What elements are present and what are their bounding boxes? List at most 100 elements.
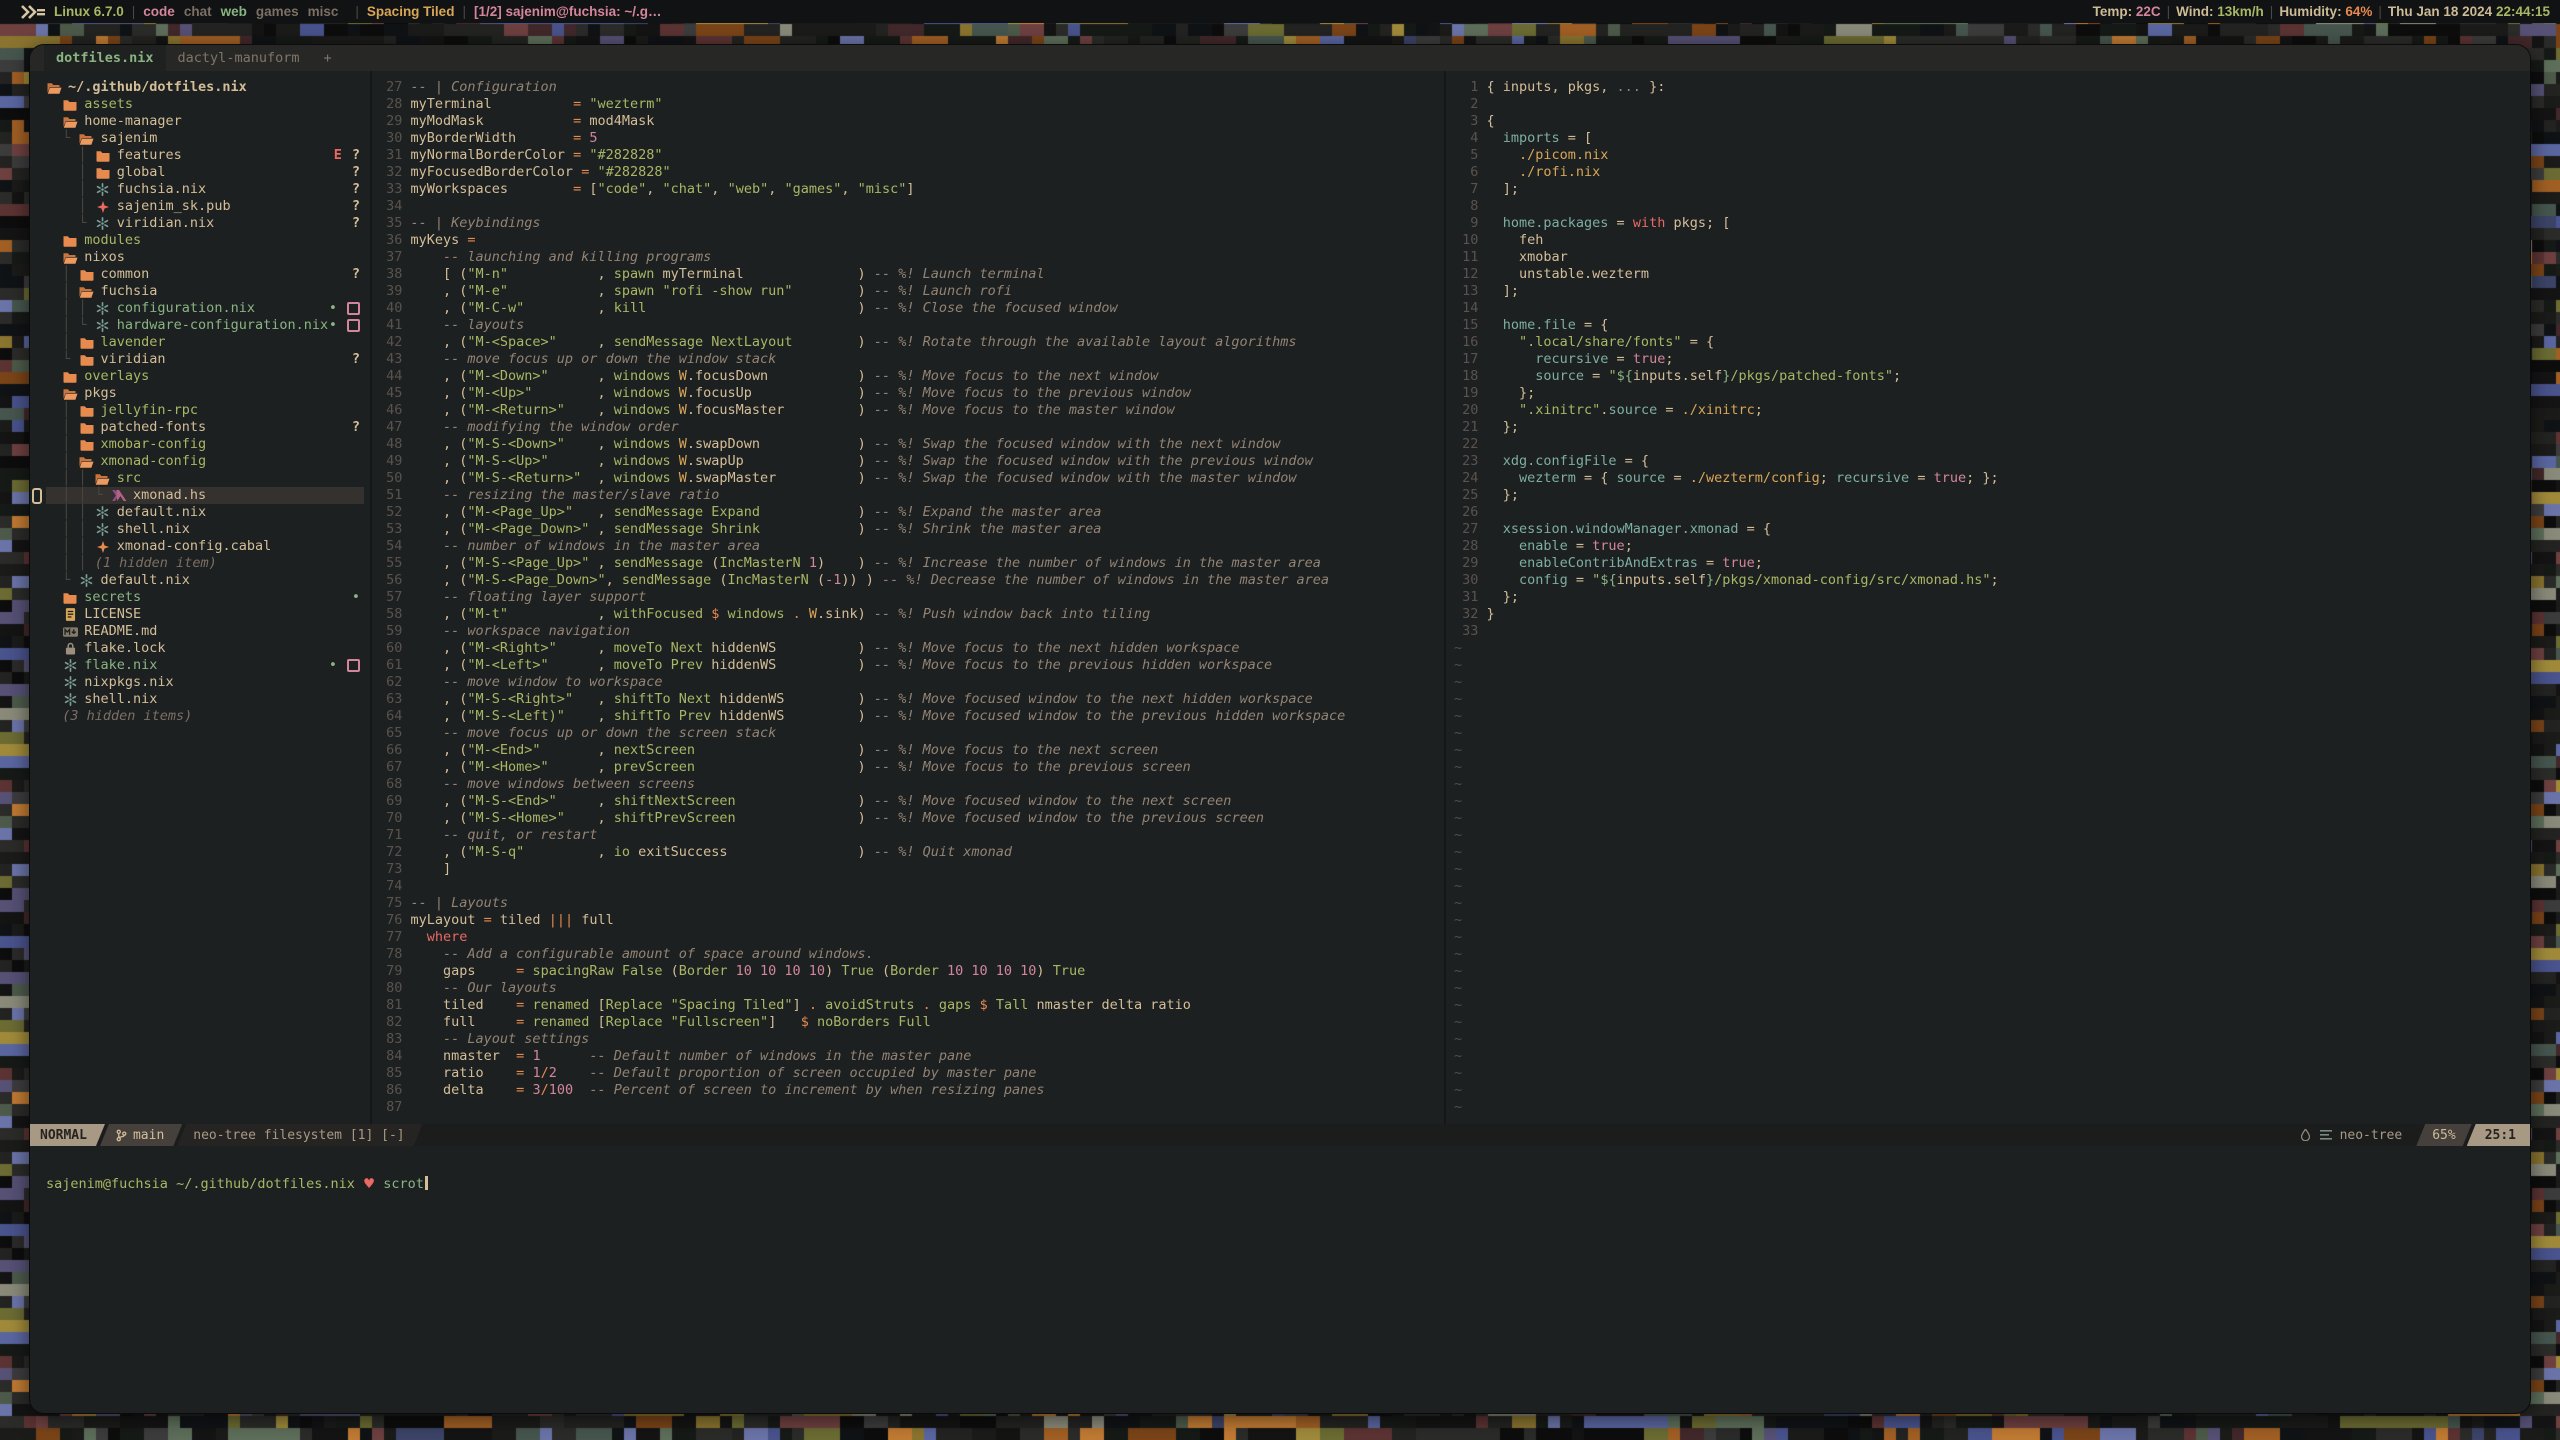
line-number: 78 [378, 946, 402, 963]
tree-item-assets[interactable]: assets [46, 96, 364, 113]
neo-tree-panel[interactable]: ~/.github/dotfiles.nix assets home-manag… [30, 71, 370, 1124]
tree-item-sajenimsk.pub[interactable]: │ sajenim_sk.pub? [46, 198, 364, 215]
tree-item-modules[interactable]: modules [46, 232, 364, 249]
indent-guide [46, 640, 62, 657]
filler-line: ~ [1454, 1082, 2530, 1099]
editor-pane-nix[interactable]: 1{ inputs, pkgs, ... }:23{4 imports = [5… [1444, 71, 2530, 1124]
line-number: 25 [1454, 487, 1478, 504]
tree-item-sajenim[interactable]: └ sajenim [46, 130, 364, 147]
indent-guide: │ │ [46, 538, 95, 555]
folder-icon [95, 150, 111, 162]
tree-item-pkgs[interactable]: pkgs [46, 385, 364, 402]
indent-guide: │ [46, 164, 95, 181]
code-line: 55 , ("M-S-<Page_Up>" , sendMessage (Inc… [378, 555, 1444, 572]
tree-item-xmonad-config[interactable]: │ xmonad-config [46, 453, 364, 470]
tree-item-nixos[interactable]: nixos [46, 249, 364, 266]
typed-command[interactable]: scrot [383, 1176, 424, 1192]
code-line: 31 }; [1454, 589, 2530, 606]
tree-item-xmobar-config[interactable]: │ xmobar-config [46, 436, 364, 453]
code-line: 28 enable = true; [1454, 538, 2530, 555]
line-number: 64 [378, 708, 402, 725]
tree-item-viridian[interactable]: └ viridian? [46, 351, 364, 368]
tree-item-default.nix[interactable]: └ default.nix [46, 572, 364, 589]
workspace-misc[interactable]: misc [308, 4, 339, 19]
code-line: 19 }; [1454, 385, 2530, 402]
editor-pane-xmonad-hs[interactable]: 27-- | Configuration28myTerminal = "wezt… [370, 71, 1444, 1124]
nix-icon [62, 693, 78, 706]
tree-item-home-manager[interactable]: home-manager [46, 113, 364, 130]
line-number: 62 [378, 674, 402, 691]
modified-dot-badge: • [329, 657, 337, 674]
tree-item-license[interactable]: LICENSE [46, 606, 364, 623]
tree-item-jellyfin-rpc[interactable]: │ jellyfin-rpc [46, 402, 364, 419]
line-number: 72 [378, 844, 402, 861]
tab-dactyl-manuform[interactable]: dactyl-manuform [166, 45, 312, 71]
unstaged-square-badge [347, 302, 360, 315]
cursor-position: 25:1 [2467, 1124, 2530, 1146]
line-number: 56 [378, 572, 402, 589]
code-line: 71 -- quit, or restart [378, 827, 1444, 844]
tree-item-1hiddenitem[interactable]: │ │ (1 hidden item) [46, 555, 364, 572]
indent-guide: │ │ [46, 470, 95, 487]
tree-item-label: sajenim_sk.pub [117, 198, 231, 215]
workspace-web[interactable]: web [221, 4, 247, 19]
git-status-badges: ? [352, 198, 360, 215]
code-line: 63 , ("M-S-<Right>" , shiftTo Next hidde… [378, 691, 1444, 708]
tree-item-lavender[interactable]: │ lavender [46, 334, 364, 351]
indent-guide: │ [46, 453, 79, 470]
new-tab-button[interactable]: + [311, 50, 343, 66]
code-line: 76myLayout = tiled ||| full [378, 912, 1444, 929]
code-line: 8 [1454, 198, 2530, 215]
tab-dotfiles.nix[interactable]: dotfiles.nix [44, 45, 166, 71]
workspace-games[interactable]: games [256, 4, 299, 19]
folder-icon [79, 269, 95, 281]
tree-item-shell.nix[interactable]: │ │ shell.nix [46, 521, 364, 538]
tree-item-shell.nix[interactable]: shell.nix [46, 691, 364, 708]
tree-item-common[interactable]: │ common? [46, 266, 364, 283]
workspace-chat[interactable]: chat [184, 4, 212, 19]
tree-item-readme.md[interactable]: README.md [46, 623, 364, 640]
tree-item-flake.nix[interactable]: flake.nix• [46, 657, 364, 674]
tree-item-flake.lock[interactable]: flake.lock [46, 640, 364, 657]
line-number: 76 [378, 912, 402, 929]
tree-item-secrets[interactable]: secrets• [46, 589, 364, 606]
tree-item-fuchsia[interactable]: │ fuchsia [46, 283, 364, 300]
line-number: 39 [378, 283, 402, 300]
line-number: 12 [1454, 266, 1478, 283]
code-line: 58 , ("M-t" , withFocused $ windows . W.… [378, 606, 1444, 623]
tree-item-src[interactable]: │ │ src [46, 470, 364, 487]
workspace-code[interactable]: code [143, 4, 175, 19]
indent-guide: └ [46, 572, 79, 589]
untracked-badge: ? [352, 181, 360, 198]
tree-item-default.nix[interactable]: │ │ default.nix [46, 504, 364, 521]
code-line: 27-- | Configuration [378, 79, 1444, 96]
tree-item-label: fuchsia.nix [117, 181, 206, 198]
code-line: 5 ./picom.nix [1454, 147, 2530, 164]
code-line: 32myFocusedBorderColor = "#282828" [378, 164, 1444, 181]
tree-item-xmonad.hs[interactable]: │ │ └ xmonad.hs [46, 487, 364, 504]
code-line: 42 , ("M-<Space>" , sendMessage NextLayo… [378, 334, 1444, 351]
indent-guide: │ [46, 147, 95, 164]
tree-item-fuchsia.nix[interactable]: │ fuchsia.nix? [46, 181, 364, 198]
tree-item-viridian.nix[interactable]: └ viridian.nix? [46, 215, 364, 232]
tree-item-label: fuchsia [101, 283, 158, 300]
tree-item-patched-fonts[interactable]: │ patched-fonts? [46, 419, 364, 436]
error-badge: E [334, 147, 342, 164]
tree-item-global[interactable]: │ global? [46, 164, 364, 181]
tree-item-configuration.nix[interactable]: │ │ configuration.nix• [46, 300, 364, 317]
tree-item-3hiddenitems[interactable]: (3 hidden items) [46, 708, 364, 725]
tree-item-features[interactable]: │ featuresE? [46, 147, 364, 164]
tree-item-xmonad-config.cabal[interactable]: │ │ xmonad-config.cabal [46, 538, 364, 555]
tree-item-hardware-configuration.nix[interactable]: │ └ hardware-configuration.nix• [46, 317, 364, 334]
folder-icon [62, 235, 78, 247]
tree-item-.githubdotfiles.nix[interactable]: ~/.github/dotfiles.nix [46, 79, 364, 96]
tree-item-nixpkgs.nix[interactable]: nixpkgs.nix [46, 674, 364, 691]
code-line: 44 , ("M-<Down>" , windows W.focusDown )… [378, 368, 1444, 385]
droplet-icon [2301, 1129, 2310, 1141]
tree-item-overlays[interactable]: overlays [46, 368, 364, 385]
indent-guide [46, 606, 62, 623]
line-number: 16 [1454, 334, 1478, 351]
code-line: 9 home.packages = with pkgs; [ [1454, 215, 2530, 232]
shell-pane[interactable]: sajenim@fuchsia ~/.github/dotfiles.nix ♥… [30, 1146, 2530, 1413]
line-number: 49 [378, 453, 402, 470]
